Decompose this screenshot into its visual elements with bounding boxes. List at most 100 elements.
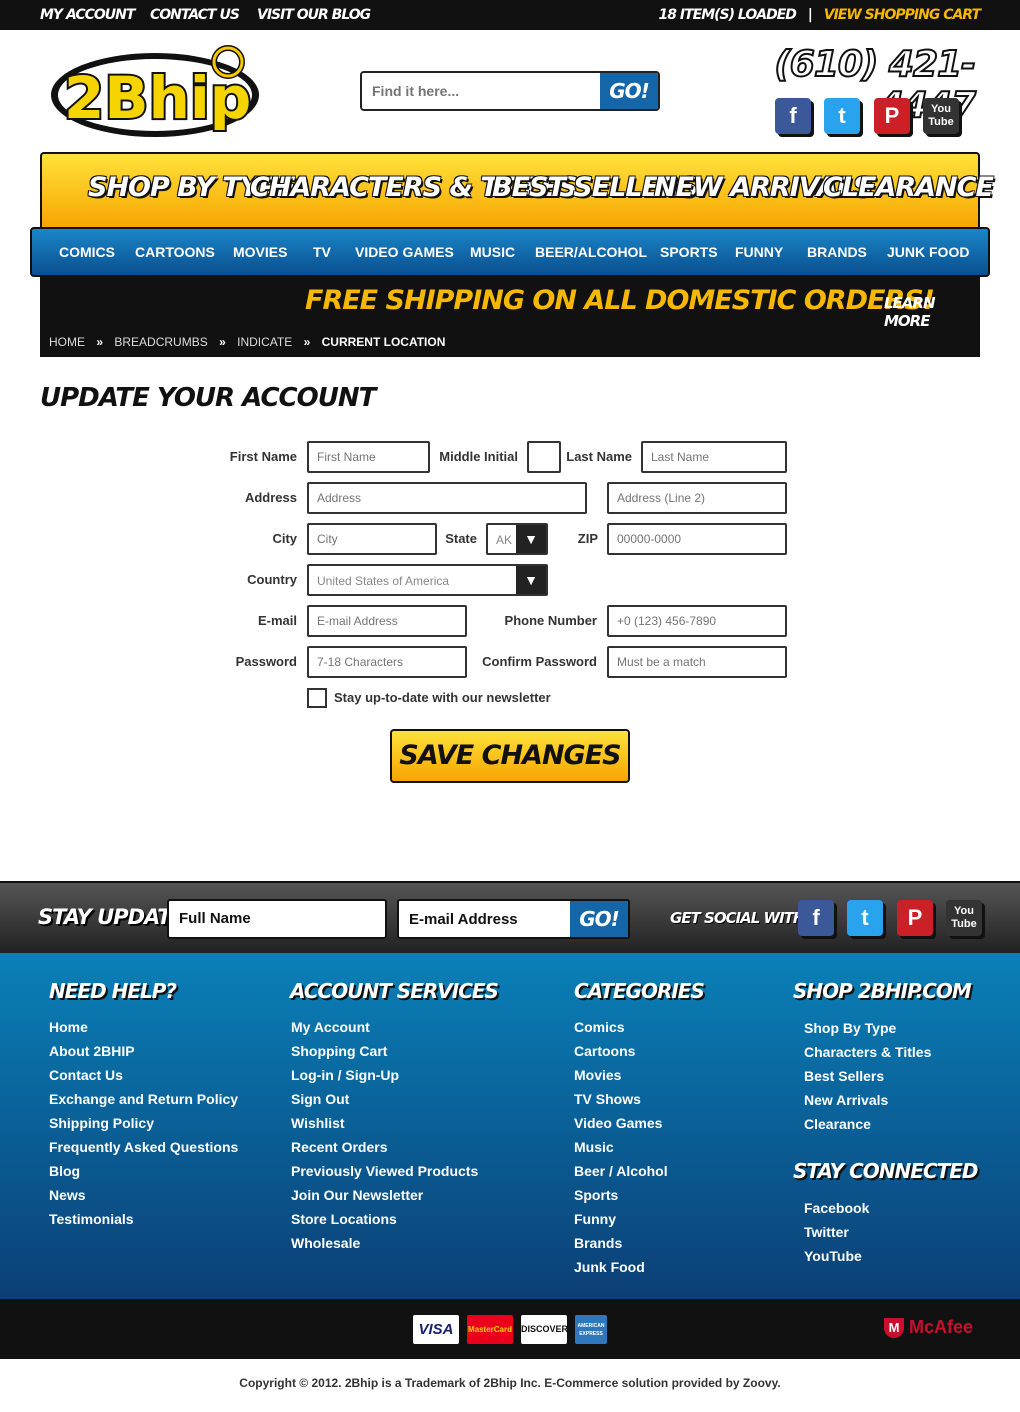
footer-link[interactable]: Frequently Asked Questions	[49, 1135, 238, 1159]
newsletter-name-input[interactable]: Full Name	[167, 899, 387, 939]
footer-link[interactable]: Video Games	[574, 1111, 668, 1135]
cat-junk-food[interactable]: JUNK FOOD	[887, 244, 969, 260]
footer-link[interactable]: YouTube	[804, 1244, 869, 1268]
facebook-icon[interactable]: f	[798, 900, 834, 936]
footer-link[interactable]: Clearance	[804, 1112, 931, 1136]
address-label: Address	[244, 490, 297, 505]
search-go-button[interactable]: GO!	[600, 73, 658, 109]
footer-link[interactable]: Movies	[574, 1063, 668, 1087]
footer-link[interactable]: Cartoons	[574, 1039, 668, 1063]
footer-link[interactable]: TV Shows	[574, 1087, 668, 1111]
footer-link[interactable]: Join Our Newsletter	[291, 1183, 478, 1207]
mcafee-shield-icon: M	[884, 1318, 904, 1339]
contact-us-link[interactable]: CONTACT US	[150, 7, 240, 23]
cat-tv[interactable]: TV	[313, 244, 331, 260]
cat-sports[interactable]: SPORTS	[660, 244, 718, 260]
footer-link[interactable]: Beer / Alcohol	[574, 1159, 668, 1183]
visit-blog-link[interactable]: VISIT OUR BLOG	[257, 7, 371, 23]
copyright-text: Copyright © 2012. 2Bhip is a Trademark o…	[239, 1376, 781, 1390]
footer-link[interactable]: New Arrivals	[804, 1088, 931, 1112]
cat-funny[interactable]: FUNNY	[735, 244, 783, 260]
password-field[interactable]	[307, 646, 467, 678]
address-field[interactable]	[307, 482, 587, 514]
footer-link[interactable]: Wholesale	[291, 1231, 478, 1255]
footer-link[interactable]: Sign Out	[291, 1087, 478, 1111]
footer-link[interactable]: My Account	[291, 1015, 478, 1039]
view-cart-link[interactable]: VIEW SHOPPING CART	[824, 7, 981, 23]
pinterest-icon[interactable]: P	[874, 98, 910, 134]
footer-link[interactable]: Blog	[49, 1159, 238, 1183]
footer-link[interactable]: Music	[574, 1135, 668, 1159]
address-line2-field[interactable]	[607, 482, 787, 514]
cat-movies[interactable]: MOVIES	[233, 244, 287, 260]
footer-link[interactable]: Shopping Cart	[291, 1039, 478, 1063]
footer-link[interactable]: Home	[49, 1015, 238, 1039]
cat-brands[interactable]: BRANDS	[807, 244, 867, 260]
footer-link[interactable]: Facebook	[804, 1196, 869, 1220]
footer-link[interactable]: Previously Viewed Products	[291, 1159, 478, 1183]
footer-link[interactable]: Brands	[574, 1231, 668, 1255]
state-select[interactable]: AK ▼	[486, 523, 548, 555]
facebook-icon[interactable]: f	[775, 98, 811, 134]
email-label: E-mail	[257, 613, 297, 628]
footer-link[interactable]: News	[49, 1183, 238, 1207]
newsletter-go-button[interactable]: GO!	[570, 901, 628, 937]
footer-link[interactable]: Twitter	[804, 1220, 869, 1244]
footer-link[interactable]: Funny	[574, 1207, 668, 1231]
footer-link[interactable]: Shipping Policy	[49, 1111, 238, 1135]
first-name-field[interactable]	[307, 441, 430, 473]
cat-video-games[interactable]: VIDEO GAMES	[355, 244, 454, 260]
breadcrumb-current: CURRENT LOCATION	[321, 335, 446, 349]
cat-comics[interactable]: COMICS	[59, 244, 115, 260]
last-name-label: Last Name	[566, 449, 632, 464]
footer-link[interactable]: Characters & Titles	[804, 1040, 931, 1064]
logo[interactable]: 2Bhip	[50, 40, 265, 142]
breadcrumb-home[interactable]: HOME	[49, 335, 85, 349]
footer-link[interactable]: Testimonials	[49, 1207, 238, 1231]
last-name-field[interactable]	[641, 441, 787, 473]
pinterest-icon[interactable]: P	[897, 900, 933, 936]
mcafee-logo: M McAfee	[884, 1317, 973, 1339]
footer-link[interactable]: Recent Orders	[291, 1135, 478, 1159]
footer-link[interactable]: Shop By Type	[804, 1016, 931, 1040]
learn-more-link[interactable]: LEARN MORE	[884, 294, 980, 330]
footer-link[interactable]: Contact Us	[49, 1063, 238, 1087]
save-changes-button[interactable]: SAVE CHANGES	[390, 729, 630, 783]
youtube-icon[interactable]: You Tube	[946, 900, 982, 936]
confirm-password-field[interactable]	[607, 646, 787, 678]
phone-field[interactable]	[607, 605, 787, 637]
footer-link[interactable]: Exchange and Return Policy	[49, 1087, 238, 1111]
state-label: State	[445, 531, 477, 546]
footer-link[interactable]: Wishlist	[291, 1111, 478, 1135]
breadcrumb-item[interactable]: INDICATE	[237, 335, 292, 349]
nav-clearance[interactable]: CLEARANCE	[823, 172, 994, 203]
youtube-icon[interactable]: You Tube	[923, 98, 959, 134]
breadcrumb-item[interactable]: BREADCRUMBS	[114, 335, 207, 349]
city-field[interactable]	[307, 523, 437, 555]
middle-initial-field[interactable]	[527, 441, 561, 473]
shop-links: Shop By Type Characters & Titles Best Se…	[804, 1016, 931, 1136]
phone-number: (610) 421-4447	[773, 43, 977, 127]
footer-link[interactable]: Store Locations	[291, 1207, 478, 1231]
items-loaded-text: 18 ITEM(S) LOADED	[658, 7, 797, 23]
twitter-icon[interactable]: t	[847, 900, 883, 936]
search-input[interactable]	[362, 73, 602, 109]
dropdown-arrow-icon: ▼	[516, 525, 546, 553]
my-account-link[interactable]: MY ACCOUNT	[40, 7, 135, 23]
cat-cartoons[interactable]: CARTOONS	[135, 244, 215, 260]
cat-beer-alcohol[interactable]: BEER/ALCOHOL	[535, 244, 647, 260]
email-field[interactable]	[307, 605, 467, 637]
need-help-links: Home About 2BHIP Contact Us Exchange and…	[49, 1015, 238, 1231]
cat-music[interactable]: MUSIC	[470, 244, 515, 260]
footer-link[interactable]: Sports	[574, 1183, 668, 1207]
footer-link[interactable]: About 2BHIP	[49, 1039, 238, 1063]
footer-link[interactable]: Log-in / Sign-Up	[291, 1063, 478, 1087]
twitter-icon[interactable]: t	[824, 98, 860, 134]
footer-link[interactable]: Comics	[574, 1015, 668, 1039]
newsletter-checkbox[interactable]	[307, 688, 327, 708]
newsletter-email-input[interactable]: E-mail Address GO!	[397, 899, 630, 939]
zip-field[interactable]	[607, 523, 787, 555]
footer-link[interactable]: Best Sellers	[804, 1064, 931, 1088]
country-select[interactable]: United States of America ▼	[307, 564, 548, 596]
footer-link[interactable]: Junk Food	[574, 1255, 668, 1279]
